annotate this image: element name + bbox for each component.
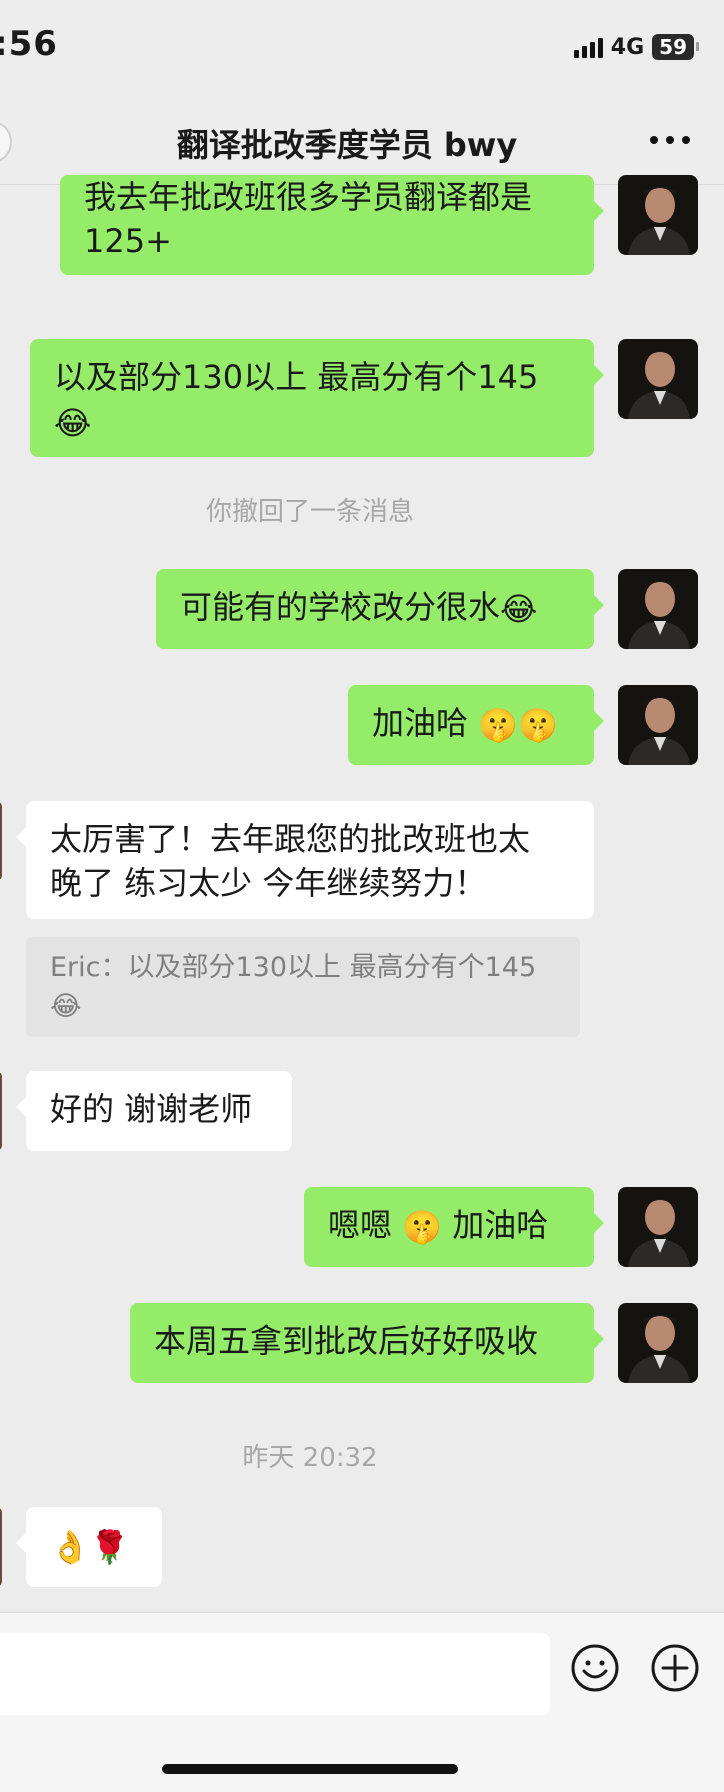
message-bubble[interactable]: 本周五拿到批改后好好吸收 bbox=[130, 1303, 604, 1383]
message-text: 本周五拿到批改后好好吸收 bbox=[154, 1322, 539, 1360]
more-dots-icon[interactable] bbox=[650, 136, 690, 144]
message-bubble[interactable]: 以及部分130以上 最高分有个145 😂 bbox=[30, 339, 604, 457]
message-bubble[interactable]: 我去年批改班很多学员翻译都是 125+ bbox=[60, 175, 604, 275]
message-text: 晚了 练习太少 今年继续努力！ bbox=[50, 864, 487, 902]
avatar[interactable] bbox=[618, 1303, 698, 1383]
message-text: 加油哈 bbox=[452, 1206, 549, 1244]
message-input[interactable] bbox=[0, 1633, 550, 1715]
avatar[interactable] bbox=[0, 1071, 2, 1151]
laughing-tears-emoji: 😂 bbox=[54, 404, 92, 442]
laughing-tears-emoji: 😂 bbox=[500, 590, 538, 628]
message-text: 以及部分130以上 最高分有个145 bbox=[54, 358, 539, 396]
avatar[interactable] bbox=[618, 685, 698, 765]
message-text: 好的 谢谢老师 bbox=[50, 1090, 253, 1128]
laughing-tears-emoji: 😂 bbox=[50, 990, 82, 1022]
signal-icon bbox=[573, 36, 603, 58]
message-bubble[interactable]: 可能有的学校改分很水😂 bbox=[156, 569, 604, 649]
ok-rose-emoji: 👌🌹 bbox=[50, 1528, 130, 1566]
avatar[interactable] bbox=[618, 339, 698, 419]
message-text: 太厉害了！去年跟您的批改班也太 bbox=[50, 820, 531, 858]
message-bubble[interactable]: 好的 谢谢老师 bbox=[16, 1071, 292, 1151]
chat-title: 翻译批改季度学员 bwy bbox=[176, 126, 518, 164]
message-bubble[interactable]: 加油哈 🤫🤫 bbox=[348, 685, 604, 765]
timestamp: 昨天 20:32 bbox=[242, 1443, 378, 1473]
avatar[interactable] bbox=[618, 569, 698, 649]
message-bubble[interactable]: 👌🌹 bbox=[16, 1507, 162, 1587]
chat-header: 翻译批改季度学员 bwy bbox=[0, 100, 724, 185]
shush-emoji: 🤫🤫 bbox=[478, 706, 558, 744]
avatar[interactable] bbox=[618, 1187, 698, 1267]
avatar[interactable] bbox=[618, 175, 698, 255]
message-text: 可能有的学校改分很水 bbox=[180, 588, 501, 626]
system-message: 你撤回了一条消息 bbox=[205, 497, 414, 527]
status-time: :56 bbox=[0, 24, 58, 64]
network-type: 4G bbox=[610, 34, 645, 60]
status-indicators: 4G 59 bbox=[573, 34, 699, 60]
avatar[interactable] bbox=[0, 1507, 2, 1587]
shush-emoji: 🤫 bbox=[402, 1208, 443, 1246]
quoted-message[interactable]: Eric：以及部分130以上 最高分有个145 😂 bbox=[26, 937, 580, 1037]
message-text: 125+ bbox=[84, 222, 172, 260]
message-text: 我去年批改班很多学员翻译都是 bbox=[84, 178, 533, 216]
avatar[interactable] bbox=[0, 801, 2, 881]
message-bubble[interactable]: 太厉害了！去年跟您的批改班也太 晚了 练习太少 今年继续努力！ bbox=[16, 801, 594, 919]
message-bubble[interactable]: 嗯嗯 🤫 加油哈 bbox=[304, 1187, 604, 1267]
home-indicator-area bbox=[0, 1732, 724, 1792]
plus-circle-icon[interactable] bbox=[650, 1643, 700, 1693]
status-bar: :56 4G 59 bbox=[0, 0, 724, 100]
message-text: 加油哈 bbox=[372, 704, 469, 742]
message-list[interactable]: 我去年批改班很多学员翻译都是 125+ 以及部分130以上 最高分有个145 😂… bbox=[0, 175, 724, 1615]
battery-icon: 59 bbox=[652, 34, 699, 60]
home-indicator[interactable] bbox=[162, 1764, 458, 1774]
emoji-line: 😂 bbox=[54, 399, 570, 445]
emoji-face-icon[interactable] bbox=[570, 1643, 620, 1693]
message-text: 嗯嗯 bbox=[328, 1206, 393, 1244]
quote-text: Eric：以及部分130以上 最高分有个145 bbox=[50, 952, 537, 983]
input-bar bbox=[0, 1612, 724, 1733]
